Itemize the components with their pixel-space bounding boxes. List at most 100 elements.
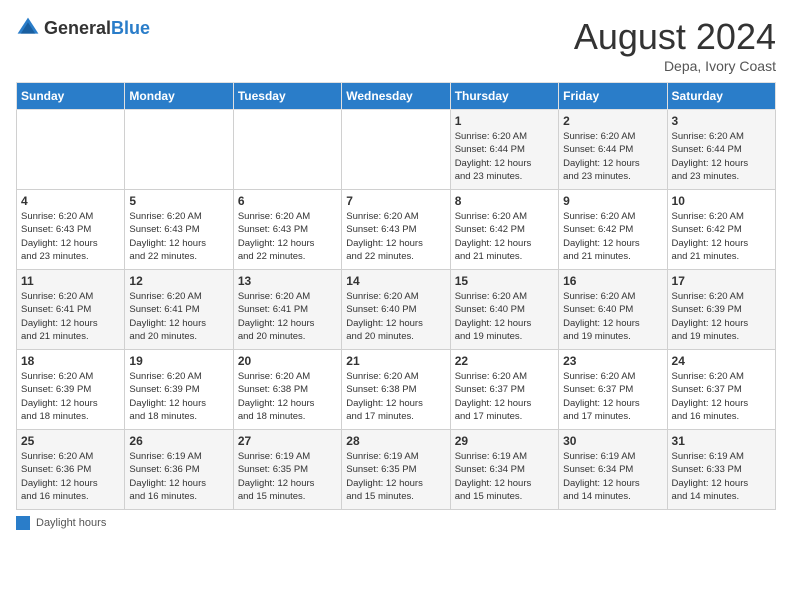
calendar-cell: 12 Sunrise: 6:20 AMSunset: 6:41 PMDayligh… xyxy=(125,270,233,350)
day-info: Sunrise: 6:20 AMSunset: 6:43 PMDaylight:… xyxy=(346,210,445,263)
day-info: Sunrise: 6:20 AMSunset: 6:43 PMDaylight:… xyxy=(21,210,120,263)
calendar-cell: 9 Sunrise: 6:20 AMSunset: 6:42 PMDaylight… xyxy=(559,190,667,270)
day-number: 6 xyxy=(238,194,337,208)
day-number: 28 xyxy=(346,434,445,448)
calendar-cell: 5 Sunrise: 6:20 AMSunset: 6:43 PMDaylight… xyxy=(125,190,233,270)
calendar-footer: Daylight hours xyxy=(16,516,776,530)
day-number: 24 xyxy=(672,354,771,368)
day-number: 31 xyxy=(672,434,771,448)
day-info: Sunrise: 6:20 AMSunset: 6:41 PMDaylight:… xyxy=(238,290,337,343)
calendar-cell: 22Sunrise: 6:20 AMSunset: 6:37 PMDayligh… xyxy=(450,350,558,430)
week-row-2: 4 Sunrise: 6:20 AMSunset: 6:43 PMDaylight… xyxy=(17,190,776,270)
day-info: Sunrise: 6:20 AMSunset: 6:43 PMDaylight:… xyxy=(129,210,228,263)
day-number: 3 xyxy=(672,114,771,128)
day-number: 1 xyxy=(455,114,554,128)
day-info: Sunrise: 6:20 AMSunset: 6:44 PMDaylight:… xyxy=(455,130,554,183)
calendar-cell: 8 Sunrise: 6:20 AMSunset: 6:42 PMDaylight… xyxy=(450,190,558,270)
day-info: Sunrise: 6:20 AMSunset: 6:42 PMDaylight:… xyxy=(563,210,662,263)
day-number: 7 xyxy=(346,194,445,208)
calendar-cell: 29Sunrise: 6:19 AMSunset: 6:34 PMDayligh… xyxy=(450,430,558,510)
week-row-5: 25 Sunrise: 6:20 AMSunset: 6:36 PMDayligh… xyxy=(17,430,776,510)
day-number: 5 xyxy=(129,194,228,208)
day-info: Sunrise: 6:20 AMSunset: 6:37 PMDaylight:… xyxy=(672,370,771,423)
day-number: 11 xyxy=(21,274,120,288)
day-number: 8 xyxy=(455,194,554,208)
calendar-cell: 30 Sunrise: 6:19 AMSunset: 6:34 PMDayligh… xyxy=(559,430,667,510)
calendar-header-row: SundayMondayTuesdayWednesdayThursdayFrid… xyxy=(17,83,776,110)
day-info: Sunrise: 6:19 AMSunset: 6:35 PMDaylight:… xyxy=(238,450,337,503)
day-header-saturday: Saturday xyxy=(667,83,775,110)
calendar-cell: 1 Sunrise: 6:20 AMSunset: 6:44 PMDaylight… xyxy=(450,110,558,190)
day-info: Sunrise: 6:20 AMSunset: 6:37 PMDaylight:… xyxy=(563,370,662,423)
day-info: Sunrise: 6:20 AMSunset: 6:38 PMDaylight:… xyxy=(238,370,337,423)
day-number: 2 xyxy=(563,114,662,128)
week-row-1: 1 Sunrise: 6:20 AMSunset: 6:44 PMDaylight… xyxy=(17,110,776,190)
day-number: 19 xyxy=(129,354,228,368)
day-number: 30 xyxy=(563,434,662,448)
calendar-cell xyxy=(125,110,233,190)
day-info: Sunrise: 6:19 AMSunset: 6:36 PMDaylight:… xyxy=(129,450,228,503)
day-info: Sunrise: 6:20 AMSunset: 6:36 PMDaylight:… xyxy=(21,450,120,503)
day-number: 23 xyxy=(563,354,662,368)
week-row-4: 18 Sunrise: 6:20 AMSunset: 6:39 PMDayligh… xyxy=(17,350,776,430)
day-info: Sunrise: 6:20 AMSunset: 6:43 PMDaylight:… xyxy=(238,210,337,263)
day-number: 14 xyxy=(346,274,445,288)
day-number: 13 xyxy=(238,274,337,288)
page-header: GeneralBlue August 2024 Depa, Ivory Coas… xyxy=(16,16,776,74)
calendar-cell xyxy=(17,110,125,190)
calendar-cell: 11 Sunrise: 6:20 AMSunset: 6:41 PMDayligh… xyxy=(17,270,125,350)
logo: GeneralBlue xyxy=(16,16,150,40)
calendar-cell: 21Sunrise: 6:20 AMSunset: 6:38 PMDayligh… xyxy=(342,350,450,430)
week-row-3: 11 Sunrise: 6:20 AMSunset: 6:41 PMDayligh… xyxy=(17,270,776,350)
day-info: Sunrise: 6:20 AMSunset: 6:41 PMDaylight:… xyxy=(21,290,120,343)
day-info: Sunrise: 6:20 AMSunset: 6:44 PMDaylight:… xyxy=(563,130,662,183)
day-header-wednesday: Wednesday xyxy=(342,83,450,110)
day-number: 15 xyxy=(455,274,554,288)
day-number: 20 xyxy=(238,354,337,368)
calendar-cell: 4 Sunrise: 6:20 AMSunset: 6:43 PMDaylight… xyxy=(17,190,125,270)
calendar-cell: 14 Sunrise: 6:20 AMSunset: 6:40 PMDayligh… xyxy=(342,270,450,350)
day-number: 18 xyxy=(21,354,120,368)
day-info: Sunrise: 6:20 AMSunset: 6:38 PMDaylight:… xyxy=(346,370,445,423)
calendar-cell: 2 Sunrise: 6:20 AMSunset: 6:44 PMDaylight… xyxy=(559,110,667,190)
day-info: Sunrise: 6:20 AMSunset: 6:40 PMDaylight:… xyxy=(563,290,662,343)
calendar-cell: 23 Sunrise: 6:20 AMSunset: 6:37 PMDayligh… xyxy=(559,350,667,430)
calendar-cell: 13 Sunrise: 6:20 AMSunset: 6:41 PMDayligh… xyxy=(233,270,341,350)
calendar-cell: 18 Sunrise: 6:20 AMSunset: 6:39 PMDayligh… xyxy=(17,350,125,430)
day-info: Sunrise: 6:20 AMSunset: 6:42 PMDaylight:… xyxy=(455,210,554,263)
day-number: 27 xyxy=(238,434,337,448)
day-header-monday: Monday xyxy=(125,83,233,110)
day-info: Sunrise: 6:19 AMSunset: 6:35 PMDaylight:… xyxy=(346,450,445,503)
day-number: 25 xyxy=(21,434,120,448)
day-number: 9 xyxy=(563,194,662,208)
calendar-cell: 7 Sunrise: 6:20 AMSunset: 6:43 PMDaylight… xyxy=(342,190,450,270)
day-number: 17 xyxy=(672,274,771,288)
day-info: Sunrise: 6:20 AMSunset: 6:41 PMDaylight:… xyxy=(129,290,228,343)
calendar-cell xyxy=(342,110,450,190)
calendar-table: SundayMondayTuesdayWednesdayThursdayFrid… xyxy=(16,82,776,510)
calendar-cell: 6 Sunrise: 6:20 AMSunset: 6:43 PMDaylight… xyxy=(233,190,341,270)
day-info: Sunrise: 6:20 AMSunset: 6:39 PMDaylight:… xyxy=(21,370,120,423)
day-info: Sunrise: 6:20 AMSunset: 6:42 PMDaylight:… xyxy=(672,210,771,263)
logo-general-text: GeneralBlue xyxy=(44,18,150,39)
day-info: Sunrise: 6:19 AMSunset: 6:34 PMDaylight:… xyxy=(563,450,662,503)
calendar-cell: 24 Sunrise: 6:20 AMSunset: 6:37 PMDayligh… xyxy=(667,350,775,430)
day-info: Sunrise: 6:20 AMSunset: 6:44 PMDaylight:… xyxy=(672,130,771,183)
location-subtitle: Depa, Ivory Coast xyxy=(574,58,776,74)
calendar-cell: 31Sunrise: 6:19 AMSunset: 6:33 PMDayligh… xyxy=(667,430,775,510)
day-info: Sunrise: 6:20 AMSunset: 6:40 PMDaylight:… xyxy=(455,290,554,343)
day-info: Sunrise: 6:20 AMSunset: 6:37 PMDaylight:… xyxy=(455,370,554,423)
day-info: Sunrise: 6:19 AMSunset: 6:34 PMDaylight:… xyxy=(455,450,554,503)
day-info: Sunrise: 6:20 AMSunset: 6:40 PMDaylight:… xyxy=(346,290,445,343)
calendar-cell: 16Sunrise: 6:20 AMSunset: 6:40 PMDayligh… xyxy=(559,270,667,350)
calendar-cell: 27 Sunrise: 6:19 AMSunset: 6:35 PMDayligh… xyxy=(233,430,341,510)
calendar-cell: 20 Sunrise: 6:20 AMSunset: 6:38 PMDayligh… xyxy=(233,350,341,430)
title-block: August 2024 Depa, Ivory Coast xyxy=(574,16,776,74)
day-number: 10 xyxy=(672,194,771,208)
day-number: 12 xyxy=(129,274,228,288)
day-number: 4 xyxy=(21,194,120,208)
day-header-thursday: Thursday xyxy=(450,83,558,110)
calendar-cell: 25 Sunrise: 6:20 AMSunset: 6:36 PMDayligh… xyxy=(17,430,125,510)
logo-icon xyxy=(16,16,40,40)
daylight-bar-icon xyxy=(16,516,30,530)
